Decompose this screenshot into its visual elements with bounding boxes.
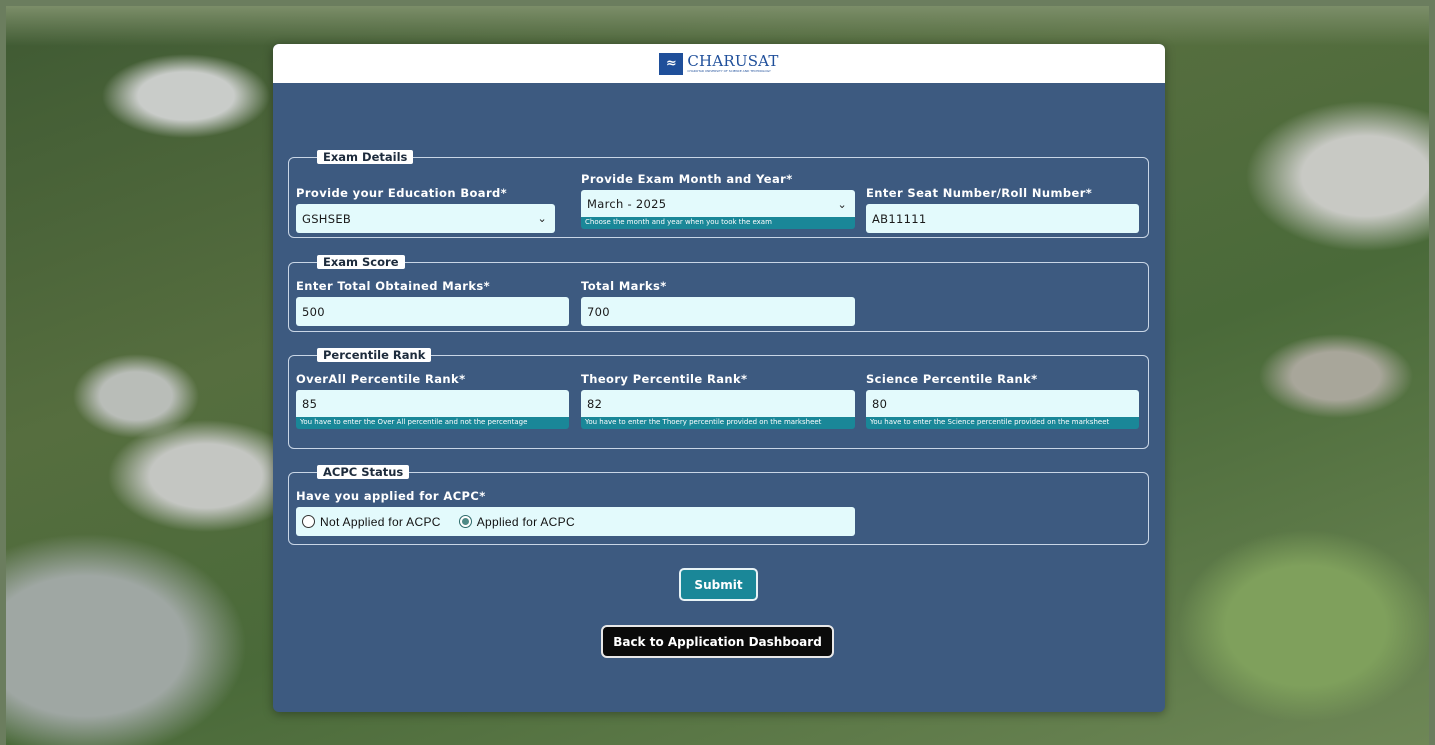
overall-percentile-field: OverAll Percentile Rank* 85 You have to … xyxy=(296,372,569,429)
charusat-logo: ≈ CHARUSAT CHAROTAR UNIVERSITY OF SCIENC… xyxy=(659,52,779,75)
not-applied-acpc-option[interactable]: Not Applied for ACPC xyxy=(302,515,441,529)
acpc-question-label: Have you applied for ACPC* xyxy=(296,489,486,503)
exam-details-legend: Exam Details xyxy=(317,150,414,164)
theory-percentile-label: Theory Percentile Rank* xyxy=(581,372,748,386)
science-percentile-hint: You have to enter the Science percentile… xyxy=(866,417,1139,429)
charusat-emblem-icon: ≈ xyxy=(659,52,684,75)
back-to-dashboard-button[interactable]: Back to Application Dashboard xyxy=(601,625,834,658)
card-header: ≈ CHARUSAT CHAROTAR UNIVERSITY OF SCIENC… xyxy=(273,44,1165,83)
education-board-select[interactable]: GSHSEB ⌄ xyxy=(296,204,555,233)
overall-percentile-label: OverAll Percentile Rank* xyxy=(296,372,466,386)
logo-subtitle: CHAROTAR UNIVERSITY OF SCIENCE AND TECHN… xyxy=(687,69,771,73)
education-board-label: Provide your Education Board* xyxy=(296,186,508,200)
theory-percentile-input[interactable]: 82 xyxy=(581,390,855,417)
applied-acpc-option[interactable]: Applied for ACPC xyxy=(458,515,575,529)
theory-percentile-hint: You have to enter the Thoery percentile … xyxy=(581,417,855,429)
seat-number-label: Enter Seat Number/Roll Number* xyxy=(866,186,1093,200)
overall-percentile-input[interactable]: 85 xyxy=(296,390,569,417)
total-marks-field: Total Marks* 700 xyxy=(581,279,855,326)
science-percentile-input[interactable]: 80 xyxy=(866,390,1139,417)
exam-month-year-select[interactable]: March - 2025 ⌄ xyxy=(581,190,855,217)
submit-button[interactable]: Submit xyxy=(679,568,758,601)
acpc-status-legend: ACPC Status xyxy=(317,465,410,479)
acpc-radio-group: Not Applied for ACPC Applied for ACPC xyxy=(296,507,855,536)
percentile-rank-legend: Percentile Rank xyxy=(317,348,432,362)
radio-unchecked-icon[interactable] xyxy=(302,515,315,528)
exam-score-legend: Exam Score xyxy=(317,255,405,269)
chevron-down-icon: ⌄ xyxy=(837,198,847,211)
background-top-fade xyxy=(6,6,1429,46)
seat-number-field: Enter Seat Number/Roll Number* AB11111 xyxy=(866,186,1139,233)
overall-percentile-hint: You have to enter the Over All percentil… xyxy=(296,417,569,429)
education-board-field: Provide your Education Board* GSHSEB ⌄ xyxy=(296,186,555,233)
obtained-marks-label: Enter Total Obtained Marks* xyxy=(296,279,491,293)
seat-number-input[interactable]: AB11111 xyxy=(866,204,1139,233)
exam-month-year-hint: Choose the month and year when you took … xyxy=(581,217,855,229)
radio-checked-icon[interactable] xyxy=(458,515,472,528)
exam-month-year-field: Provide Exam Month and Year* March - 202… xyxy=(581,172,855,229)
exam-details-card: ≈ CHARUSAT CHAROTAR UNIVERSITY OF SCIENC… xyxy=(273,44,1165,712)
exam-month-year-label: Provide Exam Month and Year* xyxy=(581,172,793,186)
science-percentile-label: Science Percentile Rank* xyxy=(866,372,1038,386)
total-marks-input[interactable]: 700 xyxy=(581,297,855,326)
obtained-marks-input[interactable]: 500 xyxy=(296,297,569,326)
total-marks-label: Total Marks* xyxy=(581,279,667,293)
chevron-down-icon: ⌄ xyxy=(537,212,547,225)
acpc-question-field: Have you applied for ACPC* Not Applied f… xyxy=(296,489,855,536)
science-percentile-field: Science Percentile Rank* 80 You have to … xyxy=(866,372,1139,429)
theory-percentile-field: Theory Percentile Rank* 82 You have to e… xyxy=(581,372,855,429)
obtained-marks-field: Enter Total Obtained Marks* 500 xyxy=(296,279,569,326)
logo-name: CHARUSAT xyxy=(687,52,779,70)
